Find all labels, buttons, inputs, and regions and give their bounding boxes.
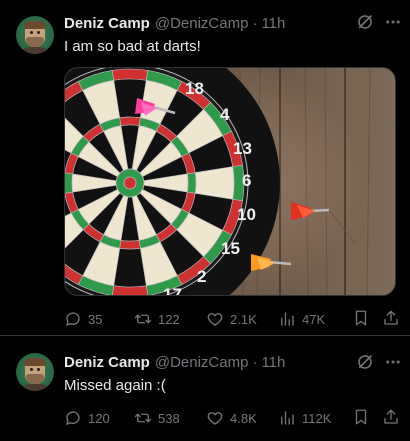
views-button[interactable]: 112K bbox=[278, 408, 331, 428]
reply-icon bbox=[65, 312, 80, 327]
avatar[interactable] bbox=[16, 16, 54, 54]
author-handle[interactable]: @DenizCamp bbox=[155, 15, 249, 32]
views-icon bbox=[281, 312, 294, 326]
dartboard-photo: 18 4 13 6 10 15 2 17 bbox=[65, 68, 395, 296]
like-button[interactable]: 2.1K bbox=[206, 309, 257, 329]
repost-icon bbox=[134, 314, 152, 324]
repost-count: 538 bbox=[158, 410, 180, 426]
views-count: 47K bbox=[302, 311, 326, 327]
author-handle[interactable]: @DenizCamp bbox=[155, 354, 249, 371]
repost-count: 122 bbox=[158, 311, 180, 327]
dartboard-segment bbox=[65, 172, 74, 194]
tweet-actions: 120 538 4.8K 112K bbox=[64, 408, 402, 428]
dartboard-segment bbox=[111, 68, 149, 81]
board-number: 6 bbox=[242, 171, 251, 190]
tweet-text: I am so bad at darts! bbox=[64, 38, 201, 55]
reply-count: 35 bbox=[88, 311, 103, 327]
repost-button[interactable]: 538 bbox=[134, 408, 180, 428]
repost-button[interactable]: 122 bbox=[134, 309, 180, 329]
bookmark-icon[interactable] bbox=[352, 408, 370, 426]
tweet-actions: 35 122 2.1K 47K bbox=[64, 309, 402, 329]
dartboard-segment bbox=[119, 116, 141, 127]
board-number: 17 bbox=[163, 285, 182, 296]
author-name[interactable]: Deniz Camp bbox=[64, 15, 150, 32]
share-icon[interactable] bbox=[382, 408, 400, 426]
reply-count: 120 bbox=[88, 410, 110, 426]
share-icon[interactable] bbox=[382, 309, 400, 327]
dartboard-segment bbox=[186, 172, 197, 194]
tweet-header: Deniz Camp @DenizCamp · 11h bbox=[64, 13, 285, 33]
board-number: 4 bbox=[220, 105, 230, 124]
tweet-header: Deniz Camp @DenizCamp · 11h bbox=[64, 352, 285, 372]
like-count: 2.1K bbox=[230, 311, 257, 327]
board-number: 2 bbox=[197, 267, 206, 286]
reply-button[interactable]: 35 bbox=[64, 309, 102, 329]
avatar[interactable] bbox=[16, 353, 54, 391]
grok-icon[interactable] bbox=[356, 353, 374, 371]
board-number: 15 bbox=[221, 239, 240, 258]
repost-icon bbox=[134, 413, 152, 423]
timestamp[interactable]: 11h bbox=[261, 15, 285, 32]
board-number: 18 bbox=[185, 79, 204, 98]
reply-icon bbox=[65, 411, 80, 426]
tweet-text: Missed again :( bbox=[64, 377, 166, 394]
more-icon[interactable] bbox=[383, 353, 403, 371]
bullseye bbox=[123, 176, 137, 190]
separator: · bbox=[252, 353, 258, 371]
like-count: 4.8K bbox=[230, 410, 257, 426]
bookmark-icon[interactable] bbox=[352, 309, 370, 327]
like-button[interactable]: 4.8K bbox=[206, 408, 257, 428]
like-icon bbox=[207, 412, 223, 425]
tweet[interactable]: Deniz Camp @DenizCamp · 11h I am so bad … bbox=[0, 0, 410, 335]
board-number: 13 bbox=[233, 139, 252, 158]
reply-button[interactable]: 120 bbox=[64, 408, 110, 428]
views-icon bbox=[281, 411, 294, 425]
separator: · bbox=[252, 14, 258, 32]
board-number: 10 bbox=[237, 205, 256, 224]
timestamp[interactable]: 11h bbox=[261, 354, 285, 371]
dartboard-segment bbox=[119, 239, 141, 250]
more-icon[interactable] bbox=[383, 13, 403, 31]
views-count: 112K bbox=[302, 410, 332, 426]
tweet[interactable]: Deniz Camp @DenizCamp · 11h Missed again… bbox=[0, 336, 410, 441]
grok-icon[interactable] bbox=[356, 13, 374, 31]
like-icon bbox=[207, 313, 223, 326]
tweet-image[interactable]: 18 4 13 6 10 15 2 17 bbox=[64, 67, 396, 296]
views-button[interactable]: 47K bbox=[278, 309, 325, 329]
author-name[interactable]: Deniz Camp bbox=[64, 354, 150, 371]
